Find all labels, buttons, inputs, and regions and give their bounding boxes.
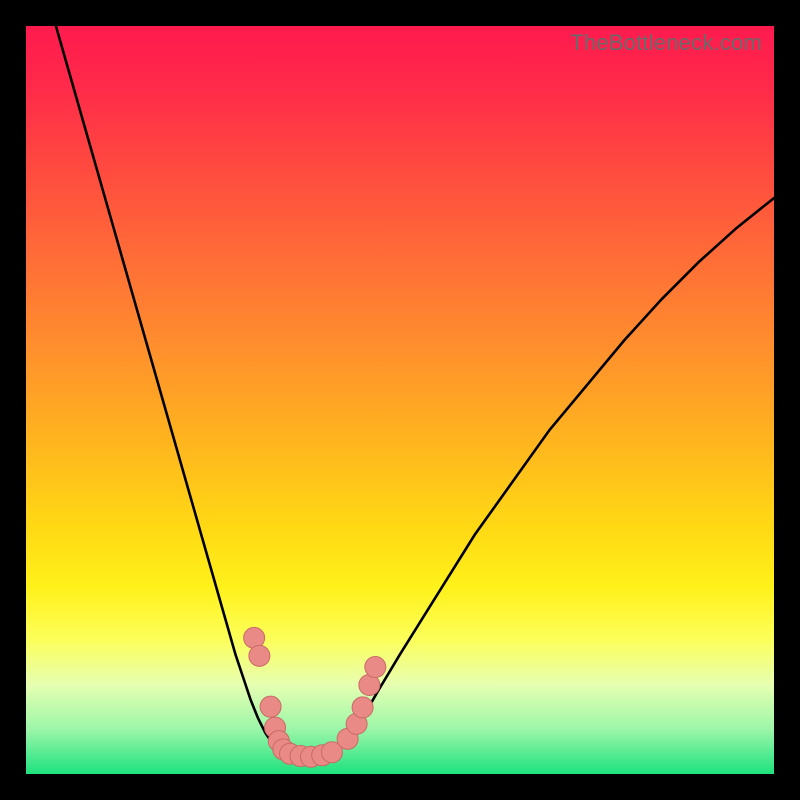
data-point — [249, 645, 270, 666]
data-points-group — [244, 627, 386, 767]
data-points-layer — [26, 26, 774, 774]
data-point — [365, 657, 386, 678]
watermark-text: TheBottleneck.com — [570, 30, 762, 56]
data-point — [352, 697, 373, 718]
chart-plot-area: TheBottleneck.com — [26, 26, 774, 774]
data-point — [260, 696, 281, 717]
